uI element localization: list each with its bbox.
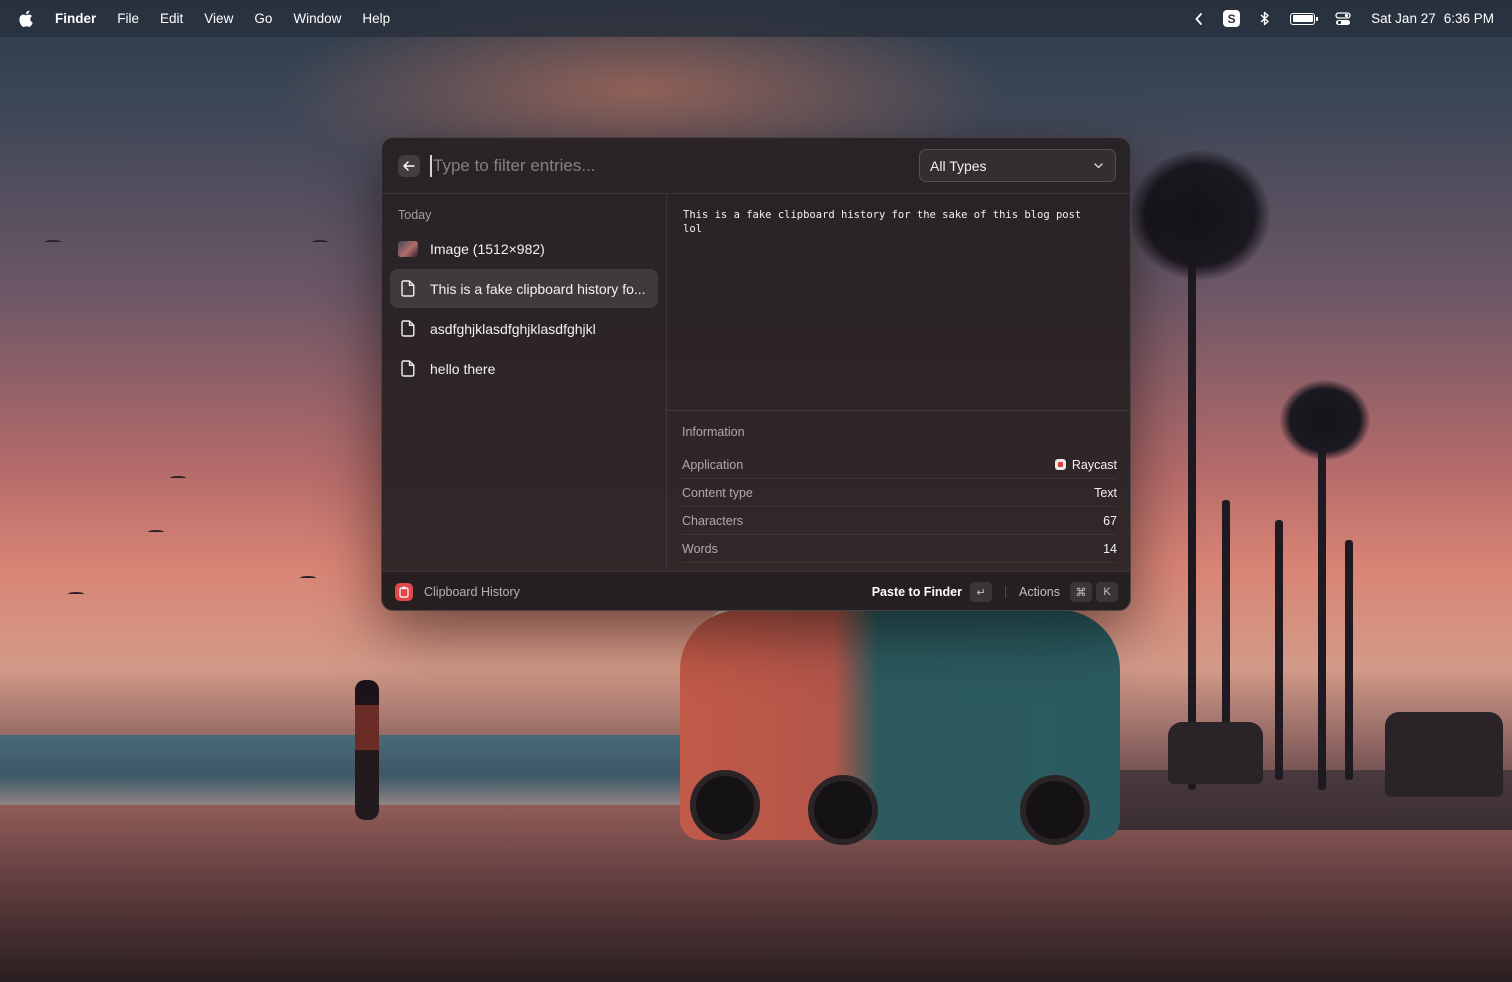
list-item[interactable]: asdfghjklasdfghjklasdfghjkl [390, 309, 658, 348]
type-filter-value: All Types [930, 157, 987, 174]
info-key: Characters [682, 513, 744, 528]
menubar-clock[interactable]: Sat Jan 27 6:36 PM [1371, 11, 1494, 26]
wallpaper-palm-crown [1130, 150, 1270, 280]
wallpaper-bird [312, 240, 328, 244]
document-icon [398, 279, 418, 299]
clipboard-preview[interactable]: This is a fake clipboard history for the… [667, 194, 1130, 411]
actions-button[interactable]: Actions [1019, 585, 1060, 599]
wallpaper-wheel [690, 770, 760, 840]
list-item[interactable]: hello there [390, 349, 658, 388]
wallpaper-car [1168, 722, 1263, 784]
wallpaper-palm [1345, 540, 1353, 780]
wallpaper-bird [148, 530, 164, 534]
info-value: 67 [1103, 513, 1117, 528]
info-value: Text [1094, 485, 1117, 500]
clipboard-icon [395, 583, 413, 601]
back-button[interactable] [398, 154, 420, 177]
wallpaper-bird [170, 476, 186, 480]
wallpaper-palm [1275, 520, 1283, 780]
info-row-characters: Characters 67 [682, 507, 1117, 535]
detail-pane: This is a fake clipboard history for the… [667, 194, 1130, 571]
metadata-panel: Information Application Raycast Content … [667, 411, 1130, 571]
info-row-words: Words 14 [682, 535, 1117, 563]
footer-actions: Paste to Finder ↵ Actions ⌘ K [872, 582, 1118, 602]
wallpaper-bird [300, 576, 316, 580]
search-input[interactable] [430, 154, 919, 177]
preview-text: This is a fake clipboard history for the… [683, 209, 1082, 235]
bluetooth-icon[interactable] [1260, 11, 1270, 26]
image-thumbnail [398, 240, 418, 257]
info-key: Words [682, 541, 718, 556]
info-value: Raycast [1054, 457, 1117, 472]
info-value-text: Raycast [1071, 457, 1117, 472]
chevron-down-icon [1094, 162, 1103, 168]
list-item[interactable]: This is a fake clipboard history fo... [390, 269, 658, 308]
menubar-date: Sat Jan 27 [1371, 11, 1436, 26]
list-item-label: asdfghjklasdfghjklasdfghjkl [430, 320, 596, 337]
info-value: 14 [1103, 541, 1117, 556]
wallpaper-wheel [808, 775, 878, 845]
document-icon [398, 359, 418, 379]
list-item[interactable]: Image (1512×982) [390, 229, 658, 268]
clipboard-list: Today Image (1512×982) This is a fake cl… [382, 194, 667, 571]
wallpaper-person [355, 680, 379, 820]
battery-fill [1292, 15, 1313, 22]
arrow-left-icon [403, 160, 415, 171]
footer-divider [1005, 586, 1006, 598]
extension-name: Clipboard History [424, 585, 520, 599]
search-bar: All Types [382, 138, 1130, 194]
document-icon [398, 319, 418, 339]
battery-icon[interactable] [1290, 12, 1319, 25]
menubar-time: 6:36 PM [1443, 11, 1494, 26]
menu-bar: Finder File Edit View Go Window Help S S… [0, 0, 1512, 37]
action-bar: Clipboard History Paste to Finder ↵ Acti… [382, 571, 1130, 610]
command-key-icon: ⌘ [1070, 582, 1092, 602]
list-item-label: Image (1512×982) [430, 240, 545, 257]
menu-edit[interactable]: Edit [160, 11, 183, 26]
info-key: Content type [682, 485, 753, 500]
list-item-label: hello there [430, 360, 496, 377]
wallpaper-palm-crown [1280, 380, 1370, 460]
k-key-badge: K [1096, 582, 1118, 602]
menu-view[interactable]: View [204, 11, 233, 26]
menu-help[interactable]: Help [362, 11, 390, 26]
info-title: Information [682, 425, 745, 439]
type-filter-dropdown[interactable]: All Types [919, 149, 1116, 182]
wallpaper-wheel [1020, 775, 1090, 845]
menu-app-name[interactable]: Finder [55, 11, 96, 26]
list-item-label: This is a fake clipboard history fo... [430, 280, 646, 297]
section-title-today: Today [398, 208, 432, 222]
info-key: Application [682, 457, 744, 472]
control-center-icon[interactable] [1335, 11, 1351, 26]
menu-window[interactable]: Window [293, 11, 341, 26]
menu-go[interactable]: Go [254, 11, 272, 26]
s-app-icon[interactable]: S [1223, 10, 1241, 27]
wallpaper-bird [45, 240, 61, 244]
return-key-icon: ↵ [970, 582, 992, 602]
menubar-status-area: S Sat Jan 27 6:36 PM [1195, 10, 1494, 27]
wallpaper-palm [1318, 430, 1326, 790]
chevron-left-icon[interactable] [1195, 12, 1203, 25]
wallpaper-palm [1188, 230, 1196, 790]
apple-logo-icon[interactable] [18, 10, 33, 28]
info-row-content-type: Content type Text [682, 479, 1117, 507]
wallpaper-bird [68, 592, 84, 596]
paste-to-finder-button[interactable]: Paste to Finder [872, 585, 962, 599]
raycast-window: All Types Today Image (1512×982) This is… [381, 137, 1131, 611]
wallpaper-car [1385, 712, 1503, 797]
raycast-app-icon [1054, 459, 1066, 470]
menu-file[interactable]: File [117, 11, 139, 26]
info-row-application: Application Raycast [682, 451, 1117, 479]
